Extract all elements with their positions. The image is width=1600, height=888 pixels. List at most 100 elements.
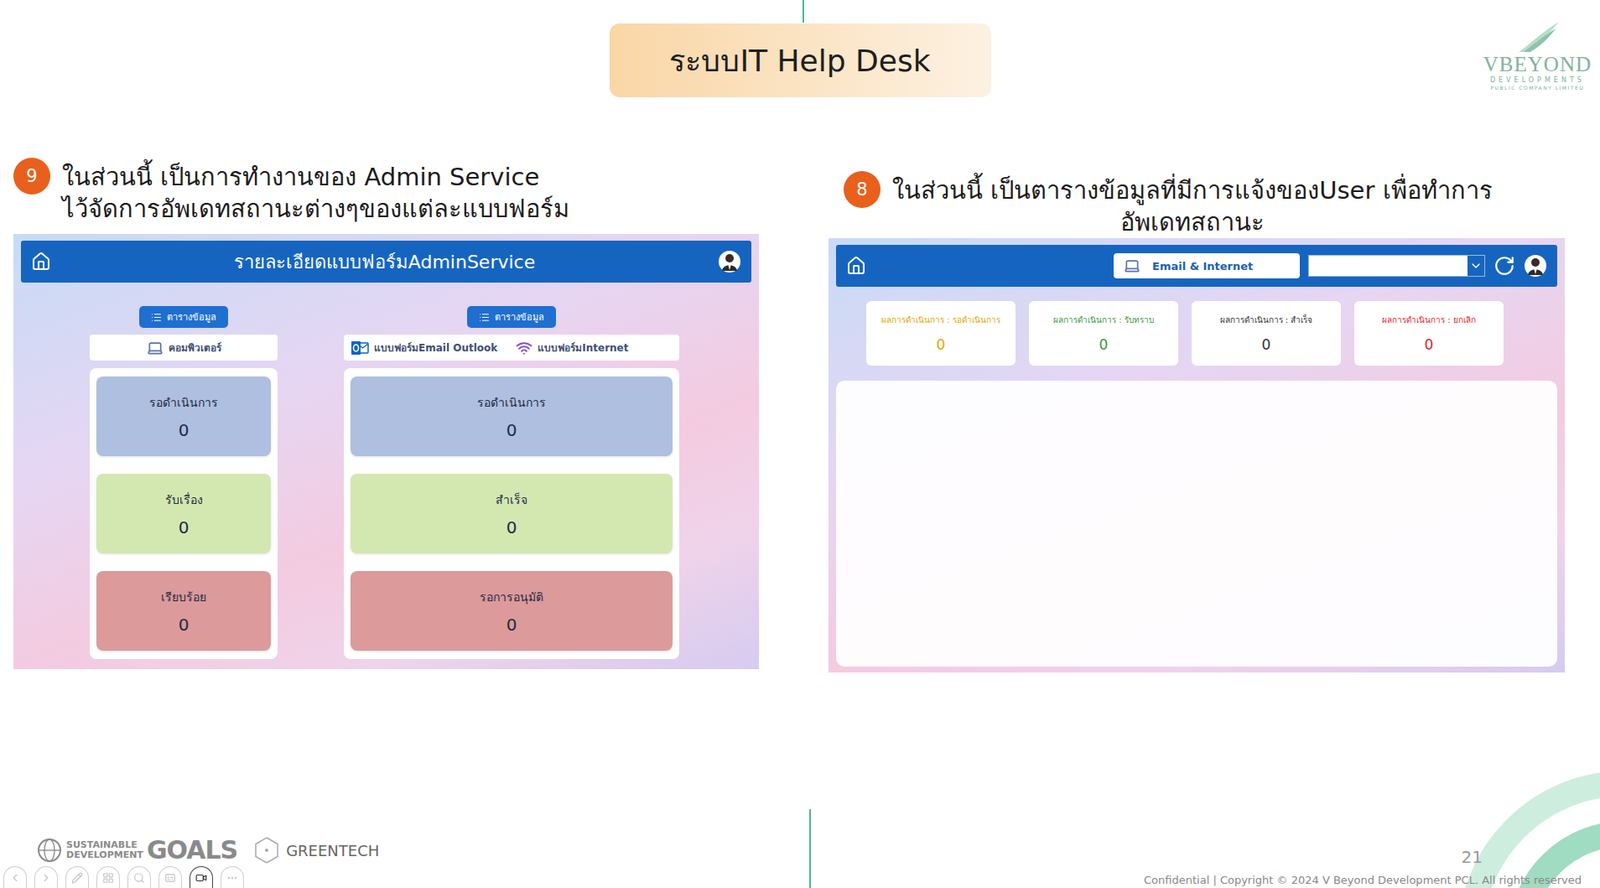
arcs-icon: [1415, 762, 1600, 888]
slide: ระบบIT Help Desk VBEYONDDEVELOPMENTSPUBLI…: [0, 0, 1600, 888]
stat-value: 0: [936, 336, 946, 354]
camera-icon: [195, 872, 208, 884]
status-count: 0: [178, 517, 190, 538]
section-caption: 9ในส่วนนี้ เป็นการทำงานของ Admin Service…: [13, 161, 759, 225]
status-count: 0: [506, 517, 518, 538]
step-badge: 9: [13, 157, 51, 195]
category-button[interactable]: Email & Internet: [1113, 253, 1300, 279]
user-requests-screenshot: Email & Internet ผลการดำเนินการ : รอดำเนิ…: [828, 238, 1565, 673]
admin-service-screenshot: รายละเอียดแบบฟอร์มAdminService ตารางข้อมู…: [13, 233, 759, 670]
app-title: รายละเอียดแบบฟอร์มAdminService: [59, 247, 710, 277]
stat-value: 0: [1262, 336, 1272, 354]
avatar-icon[interactable]: [717, 249, 742, 274]
divider-line: [809, 809, 811, 888]
step-badge: 8: [843, 171, 881, 208]
status-label: รับเรื่อง: [165, 490, 203, 510]
presenter-control[interactable]: [158, 866, 182, 888]
stat-label: ผลการดำเนินการ : สำเร็จ: [1220, 313, 1314, 327]
page-number: 21: [1461, 846, 1483, 868]
list-icon: [478, 311, 490, 323]
refresh-icon[interactable]: [1493, 254, 1516, 277]
stat-label: ผลการดำเนินการ : ยกเลิก: [1381, 313, 1476, 327]
home-icon[interactable]: [31, 251, 52, 272]
status-count: 0: [178, 614, 190, 635]
partner-logo: GREENTECH: [254, 836, 380, 865]
status-label: รอการอนุมัติ: [479, 587, 544, 607]
status-count: 0: [178, 420, 190, 441]
divider-line: [802, 0, 805, 23]
admin-section: 9 ในส่วนนี้ เป็นการทำงานของ Admin Service…: [13, 102, 759, 837]
status-card[interactable]: เรียบร้อย 0: [96, 571, 271, 651]
form-tab[interactable]: แบบฟอร์มInternet: [515, 339, 629, 357]
stat-label: ผลการดำเนินการ : รับทราบ: [1053, 313, 1154, 327]
previous-icon: [9, 872, 21, 884]
more-icon: [226, 872, 239, 884]
status-card[interactable]: รอการอนุมัติ 0: [350, 571, 673, 651]
stats-row: ผลการดำเนินการ : รอดำเนินการ0ผลการดำเนิน…: [836, 301, 1558, 366]
status-label: เรียบร้อย: [161, 587, 207, 607]
stat-card[interactable]: ผลการดำเนินการ : รับทราบ 0: [1028, 301, 1179, 366]
form-tab-bar: คอมพิวเตอร์: [89, 334, 278, 361]
stat-label: ผลการดำเนินการ : รอดำเนินการ: [881, 313, 1001, 327]
form-tab[interactable]: คอมพิวเตอร์: [146, 339, 222, 357]
next-icon: [40, 872, 52, 884]
stat-value: 0: [1424, 336, 1434, 354]
app-bar: Email & Internet: [836, 244, 1558, 287]
stat-value: 0: [1099, 336, 1109, 354]
status-count: 0: [506, 420, 518, 441]
form-panel: ตารางข้อมูลแบบฟอร์มEmail Outlookแบบฟอร์ม…: [343, 306, 680, 660]
list-icon: [150, 311, 162, 323]
status-label: รอดำเนินการ: [477, 393, 546, 412]
subtitles-icon: [164, 872, 177, 884]
chevron-down-icon: [1469, 259, 1483, 273]
form-tab[interactable]: แบบฟอร์มEmail Outlook: [350, 339, 498, 357]
presenter-controls: [3, 866, 245, 888]
pen-icon: [71, 872, 84, 884]
presenter-control[interactable]: [189, 866, 213, 888]
status-cards: รอดำเนินการ 0 สำเร็จ 0 รอการอนุมัติ 0: [343, 368, 680, 660]
hexagon-icon: [254, 836, 280, 865]
outlook-icon: [350, 339, 369, 357]
wing-icon: [1511, 20, 1563, 54]
table-button[interactable]: ตารางข้อมูล: [467, 306, 556, 328]
presenter-control[interactable]: [34, 866, 58, 888]
slide-content: 9 ในส่วนนี้ เป็นการทำงานของ Admin Service…: [0, 102, 1600, 837]
status-label: สำเร็จ: [495, 490, 528, 510]
presenter-control[interactable]: [3, 866, 27, 888]
status-label: รอดำเนินการ: [149, 393, 219, 412]
avatar-icon[interactable]: [1523, 254, 1548, 278]
presenter-control[interactable]: [65, 866, 89, 888]
company-logo: VBEYONDDEVELOPMENTSPUBLIC COMPANY LIMITE…: [1483, 20, 1592, 91]
presenter-control[interactable]: [96, 866, 120, 888]
stat-card[interactable]: ผลการดำเนินการ : สำเร็จ 0: [1191, 301, 1341, 366]
section-caption: 8 ในส่วนนี้ เป็นตารางข้อมูลที่มีการแจ้งขอ…: [828, 174, 1565, 239]
data-table: [836, 380, 1558, 667]
form-tab-bar: แบบฟอร์มEmail Outlook แบบฟอร์มInternet: [343, 334, 680, 361]
zoom-icon: [133, 872, 146, 884]
status-card[interactable]: สำเร็จ 0: [350, 473, 673, 554]
slide-footer: SUSTAINABLEDEVELOPMENTGOALS GREENTECH 21 Co…: [0, 836, 1600, 888]
presenter-control[interactable]: [127, 866, 151, 888]
table-button[interactable]: ตารางข้อมูล: [139, 306, 229, 328]
slide-title: ระบบIT Help Desk: [609, 23, 992, 98]
sdg-logo: SUSTAINABLEDEVELOPMENTGOALS: [36, 836, 238, 864]
wifi-icon: [515, 339, 533, 357]
slides-icon: [102, 872, 115, 884]
status-card[interactable]: รับเรื่อง 0: [96, 473, 271, 554]
status-count: 0: [506, 614, 518, 635]
form-panel: ตารางข้อมูลคอมพิวเตอร์รอดำเนินการ0รับเรื…: [89, 306, 278, 660]
caption-text: ในส่วนนี้ เป็นการทำงานของ Admin Serviceไ…: [62, 161, 570, 225]
stat-card[interactable]: ผลการดำเนินการ : ยกเลิก 0: [1354, 301, 1504, 366]
caption-text: ในส่วนนี้ เป็นตารางข้อมูลที่มีการแจ้งของ…: [892, 174, 1493, 239]
user-section: 8 ในส่วนนี้ เป็นตารางข้อมูลที่มีการแจ้งขอ…: [828, 102, 1565, 837]
home-icon[interactable]: [846, 255, 867, 276]
slide-header: ระบบIT Help Desk VBEYONDDEVELOPMENTSPUBLI…: [0, 0, 1600, 103]
presenter-control[interactable]: [220, 866, 245, 888]
copyright: Confidential | Copyright © 2024 V Beyond…: [1143, 873, 1582, 887]
status-card[interactable]: รอดำเนินการ 0: [350, 376, 673, 457]
status-card[interactable]: รอดำเนินการ 0: [96, 376, 271, 457]
panels-row: ตารางข้อมูลคอมพิวเตอร์รอดำเนินการ0รับเรื…: [20, 306, 752, 660]
filter-dropdown[interactable]: [1308, 254, 1486, 277]
stat-card[interactable]: ผลการดำเนินการ : รอดำเนินการ 0: [866, 301, 1016, 366]
status-cards: รอดำเนินการ 0 รับเรื่อง 0 เรียบร้อย 0: [89, 368, 278, 660]
